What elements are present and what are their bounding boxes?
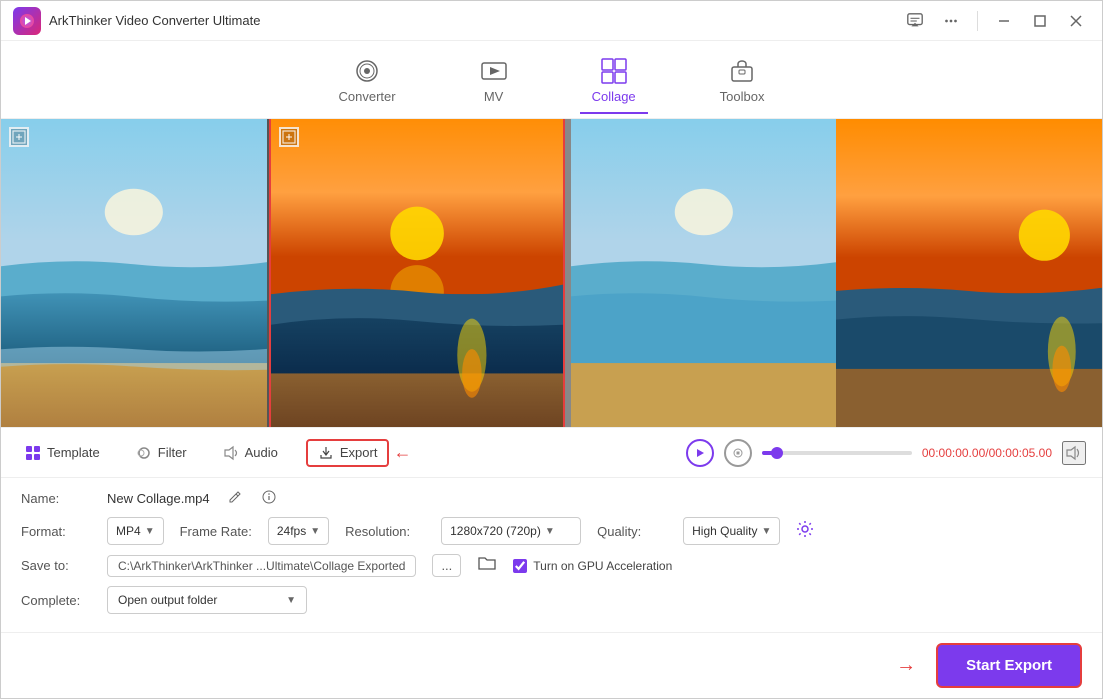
progress-dot bbox=[771, 447, 783, 459]
nav-bar: Converter MV Collage Toolbox bbox=[1, 41, 1102, 119]
red-arrow-annotation: ← bbox=[393, 442, 411, 463]
title-bar-right bbox=[901, 7, 1090, 35]
nav-toolbox[interactable]: Toolbox bbox=[708, 53, 777, 114]
audio-button[interactable]: Audio bbox=[215, 441, 286, 465]
maximize-button[interactable] bbox=[1026, 7, 1054, 35]
format-label: Format: bbox=[21, 524, 91, 539]
separator bbox=[977, 11, 978, 31]
resolution-arrow: ▼ bbox=[545, 526, 555, 537]
settings-area: Name: New Collage.mp4 Format: MP4 ▼ Fram… bbox=[1, 477, 1102, 632]
add-media-icon-1[interactable] bbox=[9, 127, 29, 147]
title-bar-left: ArkThinker Video Converter Ultimate bbox=[13, 7, 260, 35]
volume-button[interactable] bbox=[1062, 441, 1086, 465]
save-path-value: C:\ArkThinker\ArkThinker ...Ultimate\Col… bbox=[118, 559, 405, 573]
gpu-checkbox[interactable] bbox=[513, 559, 527, 573]
time-total: 00:00:05.00 bbox=[989, 446, 1052, 460]
time-display: 00:00:00.00/00:00:05.00 bbox=[922, 446, 1052, 460]
complete-label: Complete: bbox=[21, 593, 91, 608]
template-label: Template bbox=[47, 445, 100, 460]
chat-button[interactable] bbox=[901, 7, 929, 35]
close-button[interactable] bbox=[1062, 7, 1090, 35]
export-label: Export bbox=[340, 445, 378, 460]
format-select[interactable]: MP4 ▼ bbox=[107, 517, 164, 545]
nav-mv-label: MV bbox=[484, 89, 504, 104]
app-icon bbox=[13, 7, 41, 35]
controls-left: Template Filter Audio bbox=[17, 439, 411, 467]
app-title: ArkThinker Video Converter Ultimate bbox=[49, 13, 260, 28]
title-bar: ArkThinker Video Converter Ultimate bbox=[1, 1, 1102, 41]
export-button[interactable]: Export bbox=[306, 439, 390, 467]
framerate-select[interactable]: 24fps ▼ bbox=[268, 517, 329, 545]
edit-name-button[interactable] bbox=[226, 488, 244, 509]
nav-toolbox-label: Toolbox bbox=[720, 89, 765, 104]
format-value: MP4 bbox=[116, 524, 141, 538]
preview-panel-4[interactable] bbox=[836, 119, 1102, 427]
nav-mv[interactable]: MV bbox=[468, 53, 520, 114]
preview-panel-3[interactable] bbox=[571, 119, 837, 427]
browse-button[interactable]: ... bbox=[432, 554, 461, 577]
settings-gear-button[interactable] bbox=[796, 520, 814, 543]
preview-area bbox=[1, 119, 1102, 427]
filter-label: Filter bbox=[158, 445, 187, 460]
gpu-label: Turn on GPU Acceleration bbox=[533, 559, 672, 573]
divider-2[interactable] bbox=[563, 119, 571, 427]
complete-select[interactable]: Open output folder ▼ bbox=[107, 586, 307, 614]
saveto-row: Save to: C:\ArkThinker\ArkThinker ...Ult… bbox=[21, 553, 1082, 578]
name-value: New Collage.mp4 bbox=[107, 491, 210, 506]
quality-select[interactable]: High Quality ▼ bbox=[683, 517, 780, 545]
framerate-arrow: ▼ bbox=[310, 526, 320, 537]
format-row: Format: MP4 ▼ Frame Rate: 24fps ▼ Resolu… bbox=[21, 517, 1082, 545]
quality-value: High Quality bbox=[692, 524, 757, 538]
resolution-label: Resolution: bbox=[345, 524, 425, 539]
controls-right: 00:00:00.00/00:00:05.00 bbox=[686, 439, 1086, 467]
minimize-button[interactable] bbox=[990, 7, 1018, 35]
framerate-value: 24fps bbox=[277, 524, 306, 538]
complete-row: Complete: Open output folder ▼ bbox=[21, 586, 1082, 614]
save-path-display: C:\ArkThinker\ArkThinker ...Ultimate\Col… bbox=[107, 555, 416, 577]
progress-bar[interactable] bbox=[762, 451, 912, 455]
nav-collage[interactable]: Collage bbox=[580, 53, 648, 114]
start-export-arrow: → bbox=[896, 654, 916, 677]
menu-button[interactable] bbox=[937, 7, 965, 35]
name-row: Name: New Collage.mp4 bbox=[21, 488, 1082, 509]
filter-button[interactable]: Filter bbox=[128, 441, 195, 465]
framerate-label: Frame Rate: bbox=[180, 524, 252, 539]
quality-arrow: ▼ bbox=[761, 526, 771, 537]
preview-panel-1[interactable] bbox=[1, 119, 267, 427]
gpu-checkbox-row: Turn on GPU Acceleration bbox=[513, 559, 672, 573]
stop-button[interactable] bbox=[724, 439, 752, 467]
audio-label: Audio bbox=[245, 445, 278, 460]
nav-converter[interactable]: Converter bbox=[327, 53, 408, 114]
saveto-label: Save to: bbox=[21, 558, 91, 573]
name-label: Name: bbox=[21, 491, 91, 506]
info-button[interactable] bbox=[260, 488, 278, 509]
preview-panel-2[interactable] bbox=[271, 119, 563, 427]
complete-arrow: ▼ bbox=[286, 595, 296, 606]
play-button[interactable] bbox=[686, 439, 714, 467]
complete-value: Open output folder bbox=[118, 593, 217, 607]
resolution-select[interactable]: 1280x720 (720p) ▼ bbox=[441, 517, 581, 545]
format-arrow: ▼ bbox=[145, 526, 155, 537]
start-export-button[interactable]: Start Export bbox=[936, 643, 1082, 688]
template-button[interactable]: Template bbox=[17, 441, 108, 465]
add-media-icon-2[interactable] bbox=[279, 127, 299, 147]
export-annotation: Export ← bbox=[306, 439, 412, 467]
open-folder-button[interactable] bbox=[477, 553, 497, 578]
controls-bar: Template Filter Audio bbox=[1, 427, 1102, 477]
app-window: ArkThinker Video Converter Ultimate bbox=[0, 0, 1103, 699]
quality-label: Quality: bbox=[597, 524, 667, 539]
nav-converter-label: Converter bbox=[339, 89, 396, 104]
footer-area: → Start Export bbox=[1, 632, 1102, 698]
time-current: 00:00:00.00 bbox=[922, 446, 985, 460]
resolution-value: 1280x720 (720p) bbox=[450, 524, 541, 538]
nav-collage-label: Collage bbox=[592, 89, 636, 104]
